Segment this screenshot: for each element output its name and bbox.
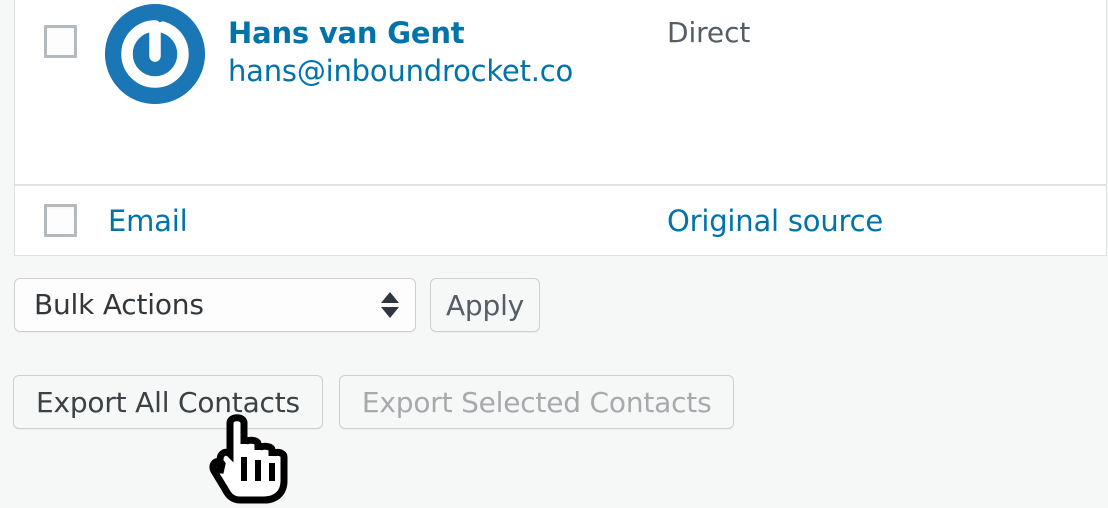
up-down-arrows-icon — [381, 292, 399, 318]
select-all-checkbox-cell — [15, 204, 105, 237]
row-checkbox-cell — [15, 0, 105, 58]
table-row: Hans van Gent hans@inboundrocket.co Dire… — [15, 0, 1106, 184]
table-footer-header-row: Email Original source — [15, 186, 1106, 255]
avatar — [105, 4, 205, 104]
apply-button[interactable]: Apply — [430, 278, 540, 332]
contact-name-link[interactable]: Hans van Gent — [228, 14, 573, 52]
contact-row-checkbox[interactable] — [43, 25, 77, 58]
original-source-value: Direct — [667, 16, 751, 49]
bulk-actions-selected-value: Bulk Actions — [34, 288, 204, 321]
gravatar-logo-icon — [105, 4, 205, 104]
bulk-actions-bar: Bulk Actions Apply — [14, 278, 540, 332]
export-buttons-bar: Export All Contacts Export Selected Cont… — [13, 375, 735, 429]
column-header-original-source[interactable]: Original source — [667, 204, 1106, 238]
contact-email-link[interactable]: hans@inboundrocket.co — [228, 52, 573, 90]
export-all-contacts-button[interactable]: Export All Contacts — [13, 375, 323, 429]
column-header-email[interactable]: Email — [105, 204, 667, 238]
contacts-table: Hans van Gent hans@inboundrocket.co Dire… — [14, 0, 1107, 256]
export-selected-contacts-button: Export Selected Contacts — [338, 375, 735, 429]
contact-identity: Hans van Gent hans@inboundrocket.co — [205, 4, 573, 90]
bulk-actions-select[interactable]: Bulk Actions — [14, 278, 416, 332]
select-all-checkbox[interactable] — [43, 204, 77, 237]
contact-identity-cell: Hans van Gent hans@inboundrocket.co — [105, 0, 667, 104]
